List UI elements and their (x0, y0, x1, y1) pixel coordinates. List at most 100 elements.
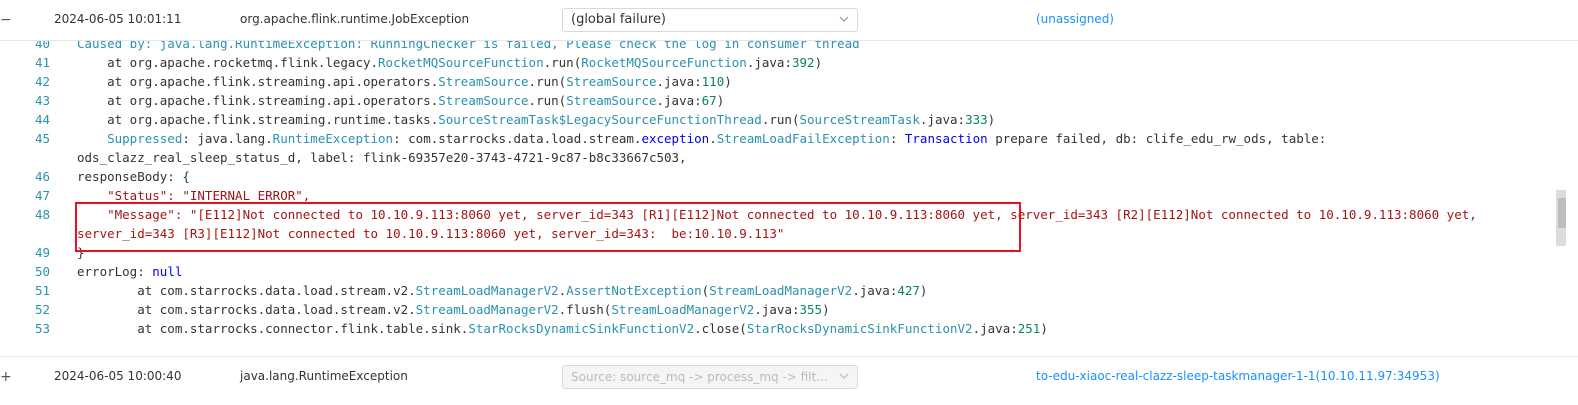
stack-trace-viewer[interactable]: 40 Caused by: java.lang.RuntimeException:… (0, 41, 1566, 355)
task-select-value: Source: source_mq -> process_mq -> filt.… (571, 370, 828, 384)
code-token: .flush( (558, 302, 612, 317)
code-text: Caused by: java.lang.RuntimeException: R… (77, 41, 860, 53)
code-token: ) (1040, 321, 1048, 336)
code-token: RocketMQSourceFunction (581, 55, 747, 70)
task-select-value: (global failure) (571, 12, 666, 27)
code-token: .run( (543, 55, 582, 70)
line-number: 42 (34, 74, 50, 89)
code-token: 427 (897, 283, 920, 298)
code-token: StreamLoadManagerV2 (415, 302, 559, 317)
exception-row[interactable]: + 2024-06-05 10:00:40 java.lang.RuntimeE… (0, 356, 1578, 397)
code-token: ods_clazz_real_sleep_status_d, label: fl… (77, 150, 687, 165)
line-number: 43 (34, 93, 50, 108)
line-number: 45 (34, 131, 50, 146)
code-token: RocketMQSourceFunction (378, 55, 544, 70)
code-token: null (152, 264, 183, 279)
code-token: StarRocksDynamicSinkFunctionV2 (746, 321, 973, 336)
code-token: at org.apache.flink.streaming.runtime.ta… (77, 112, 439, 127)
code-token: at com.starrocks.data.load.stream.v2. (77, 283, 416, 298)
exception-row[interactable]: − 2024-06-05 10:01:11 org.apache.flink.r… (0, 0, 1578, 41)
line-number: 51 (34, 283, 50, 298)
code-token: StreamSource (438, 93, 529, 108)
code-token: 392 (791, 55, 815, 70)
code-token: Transaction (904, 131, 988, 146)
code-text: Suppressed: java.lang.RuntimeException: … (77, 129, 1326, 148)
line-number: 52 (34, 302, 50, 317)
highlight-box (75, 202, 1021, 252)
code-token: .close( (694, 321, 747, 336)
code-token: .run( (528, 93, 567, 108)
code-token: StreamLoadFailException (716, 131, 890, 146)
code-token: 67 (701, 93, 717, 108)
code-token: .java: (656, 74, 702, 89)
code-token: StreamLoadManagerV2 (611, 302, 755, 317)
code-token: . (709, 131, 717, 146)
code-token: .java: (852, 283, 898, 298)
code-text: at org.apache.rocketmq.flink.legacy.Rock… (77, 53, 822, 72)
chevron-down-icon (839, 373, 849, 379)
exception-time: 2024-06-05 10:01:11 (54, 12, 182, 26)
line-number: 41 (34, 55, 50, 70)
code-token: : (889, 131, 905, 146)
code-token: StreamSource (438, 74, 529, 89)
code-token: at org.apache.flink.streaming.api.operat… (77, 93, 439, 108)
code-token: at com.starrocks.data.load.stream.v2. (77, 302, 416, 317)
taskmanager-link[interactable]: (unassigned) (1036, 12, 1114, 26)
code-token: prepare failed, db: clife_edu_rw_ods, ta… (987, 131, 1327, 146)
code-token: 110 (701, 74, 725, 89)
code-token: StreamSource (566, 74, 657, 89)
code-text: responseBody: { (77, 167, 190, 186)
code-token: .java: (754, 302, 800, 317)
line-number: 49 (34, 245, 50, 260)
code-token: errorLog: (77, 264, 153, 279)
code-token: StarRocksDynamicSinkFunctionV2 (468, 321, 695, 336)
code-text: errorLog: null (77, 262, 182, 281)
code-text: at com.starrocks.data.load.stream.v2.Str… (77, 281, 927, 300)
code-token: ) (814, 55, 823, 70)
chevron-down-icon (839, 16, 849, 22)
code-token: Suppressed (77, 131, 183, 146)
code-text: at com.starrocks.connector.flink.table.s… (77, 319, 1048, 338)
line-number: 53 (34, 321, 50, 336)
task-select[interactable]: Source: source_mq -> process_mq -> filt.… (562, 365, 858, 389)
code-token: StreamLoadManagerV2 (415, 283, 559, 298)
code-token: RuntimeException (272, 131, 394, 146)
exception-name: org.apache.flink.runtime.JobException (240, 12, 470, 26)
expand-toggle[interactable]: + (0, 369, 12, 385)
code-token: responseBody: { (77, 169, 190, 184)
code-token: : java.lang. (182, 131, 273, 146)
taskmanager-link[interactable]: to-edu-xiaoc-real-clazz-sleep-taskmanage… (1036, 369, 1440, 383)
code-token: .java: (972, 321, 1018, 336)
code-token: "Status": "INTERNAL_ERROR", (77, 188, 311, 203)
task-select[interactable]: (global failure) (562, 8, 858, 32)
code-text: at org.apache.flink.streaming.api.operat… (77, 72, 732, 91)
code-text: at org.apache.flink.streaming.api.operat… (77, 91, 724, 110)
code-token: ) (716, 93, 725, 108)
scrollbar-thumb[interactable] (1558, 198, 1566, 228)
code-token: ) (919, 283, 928, 298)
line-number: 48 (34, 207, 50, 222)
code-token: .java: (919, 112, 966, 127)
line-number: 47 (34, 188, 50, 203)
code-token: ) (987, 112, 996, 127)
line-number: 50 (34, 264, 50, 279)
code-token: exception (641, 131, 710, 146)
exception-time: 2024-06-05 10:00:40 (54, 369, 182, 383)
line-number: 46 (34, 169, 50, 184)
code-token: ) (822, 302, 830, 317)
code-token: at org.apache.flink.streaming.api.operat… (77, 74, 439, 89)
code-text: ods_clazz_real_sleep_status_d, label: fl… (77, 148, 687, 167)
line-number: 44 (34, 112, 50, 127)
code-token: at org.apache.rocketmq.flink.legacy. (77, 55, 379, 70)
code-token: .run( (528, 74, 567, 89)
code-token: ) (724, 74, 732, 89)
code-token: 251 (1017, 321, 1041, 336)
code-token: : com.starrocks.data.load.stream. (393, 131, 642, 146)
code-token: .run( (761, 112, 800, 127)
code-text: at org.apache.flink.streaming.runtime.ta… (77, 110, 995, 129)
code-token: StreamSource (566, 93, 657, 108)
line-number: 40 (34, 41, 50, 51)
code-token: 333 (965, 112, 988, 127)
code-token: SourceStreamTask (799, 112, 920, 127)
collapse-toggle[interactable]: − (0, 12, 12, 28)
